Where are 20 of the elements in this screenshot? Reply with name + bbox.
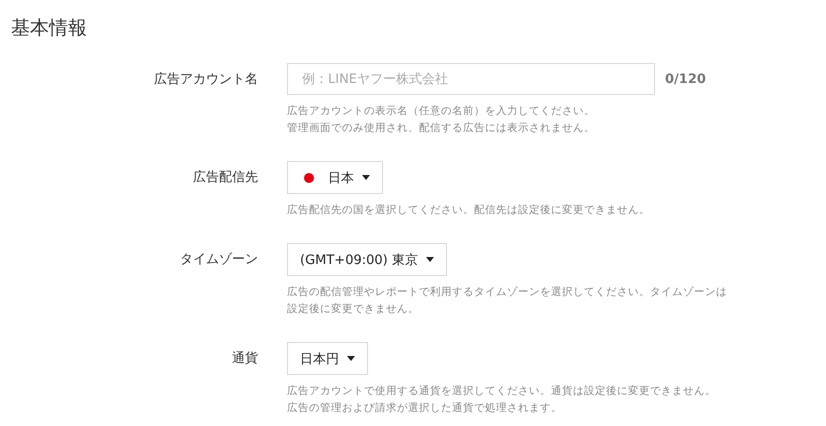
help-text: 広告アカウントで使用する通貨を選択してください。通貨は設定後に変更できません。: [287, 384, 717, 399]
field-label: 広告配信先: [193, 169, 258, 187]
help-text: 広告の管理および請求が選択した通貨で処理されます。: [287, 401, 563, 416]
field-label: タイムゾーン: [180, 251, 258, 269]
field-label: 通貨: [232, 350, 258, 368]
dropdown[interactable]: 日本: [287, 161, 383, 194]
help-text: 広告の配信管理やレポートで利用するタイムゾーンを選択してください。タイムゾーンは: [287, 285, 728, 300]
help-text: 広告配信先の国を選択してください。配信先は設定後に変更できません。: [287, 203, 651, 218]
caret-icon: [426, 257, 434, 262]
dropdown[interactable]: (GMT+09:00) 東京: [287, 243, 447, 276]
caret-icon: [347, 356, 355, 361]
dropdown[interactable]: 日本円: [287, 342, 368, 375]
character-counter: 0/120: [665, 72, 706, 86]
help-text: 広告アカウントの表示名（任意の名前）を入力してください。: [287, 104, 596, 119]
caret-icon: [362, 175, 370, 180]
field-label: 広告アカウント名: [154, 71, 258, 89]
account-name-field[interactable]: 例：LINEヤフー株式会社: [287, 63, 655, 95]
section-title: 基本情報: [10, 16, 88, 41]
help-text: 設定後に変更できません。: [287, 302, 420, 317]
help-text: 管理画面でのみ使用され、配信する広告には表示されません。: [287, 121, 596, 136]
